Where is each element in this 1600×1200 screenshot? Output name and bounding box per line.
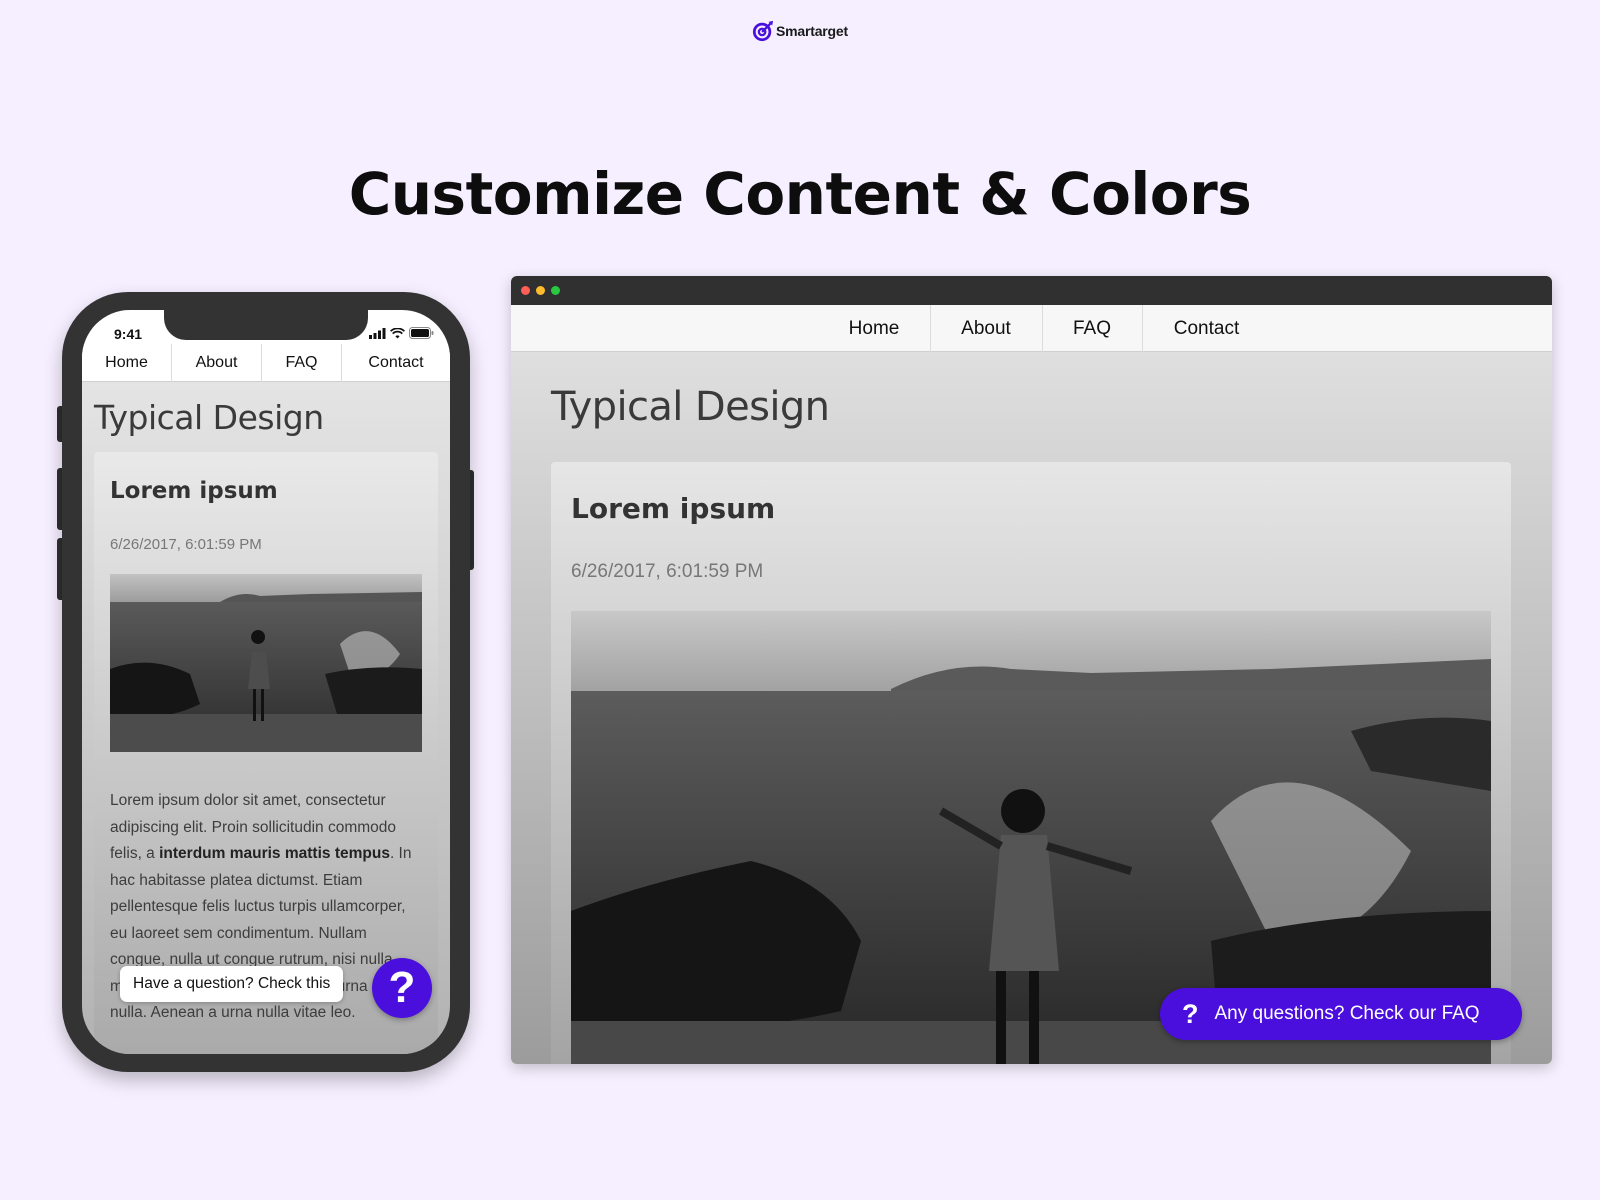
close-dot-icon[interactable] [521, 286, 530, 295]
desktop-page-title: Typical Design [551, 384, 830, 430]
mobile-card-date: 6/26/2017, 6:01:59 PM [110, 536, 262, 553]
browser-window: Home About FAQ Contact Typical Design Lo… [511, 276, 1552, 1064]
question-icon: ? [388, 963, 416, 1012]
faq-launcher-label: Any questions? Check our FAQ [1214, 1003, 1480, 1024]
mobile-page-title: Typical Design [94, 398, 324, 437]
desktop-card-date: 6/26/2017, 6:01:59 PM [571, 561, 764, 582]
desktop-nav-faq[interactable]: FAQ [1043, 305, 1143, 352]
brand-name: Smartarget [776, 23, 848, 39]
phone-screen: 9:41 Home About FAQ Contact Typical Desi… [82, 310, 450, 1054]
brand-logo: Smartarget [0, 20, 1600, 42]
desktop-nav-home[interactable]: Home [819, 305, 931, 352]
mobile-card-title: Lorem ipsum [110, 478, 278, 504]
minimize-dot-icon[interactable] [536, 286, 545, 295]
battery-icon [409, 327, 434, 339]
mobile-nav: Home About FAQ Contact [82, 344, 450, 382]
signal-icon [369, 327, 386, 339]
desktop-nav-about[interactable]: About [931, 305, 1043, 352]
faq-launcher-button[interactable]: ? Any questions? Check our FAQ [1160, 988, 1522, 1040]
mobile-card-photo [110, 574, 422, 752]
desktop-nav: Home About FAQ Contact [511, 305, 1552, 352]
status-icons [369, 327, 434, 339]
desktop-nav-contact[interactable]: Contact [1143, 305, 1271, 352]
status-time: 9:41 [114, 326, 143, 342]
maximize-dot-icon[interactable] [551, 286, 560, 295]
mobile-nav-faq[interactable]: FAQ [262, 344, 342, 382]
help-button[interactable]: ? [372, 958, 432, 1018]
question-icon: ? [1182, 998, 1199, 1029]
phone-notch [164, 310, 368, 340]
desktop-card-title: Lorem ipsum [571, 492, 776, 525]
target-icon [752, 20, 774, 42]
body-bold-text: interdum mauris mattis tempus [159, 845, 390, 862]
mobile-nav-contact[interactable]: Contact [342, 344, 450, 382]
wifi-icon [390, 327, 405, 338]
phone-mockup: 9:41 Home About FAQ Contact Typical Desi… [62, 292, 470, 1072]
mobile-chat-prompt[interactable]: Have a question? Check this [120, 966, 344, 1002]
desktop-post-card: Lorem ipsum 6/26/2017, 6:01:59 PM [551, 462, 1511, 1064]
mobile-nav-about[interactable]: About [172, 344, 262, 382]
headline: Customize Content & Colors [348, 160, 1252, 228]
browser-titlebar [511, 276, 1552, 305]
mobile-nav-home[interactable]: Home [82, 344, 172, 382]
